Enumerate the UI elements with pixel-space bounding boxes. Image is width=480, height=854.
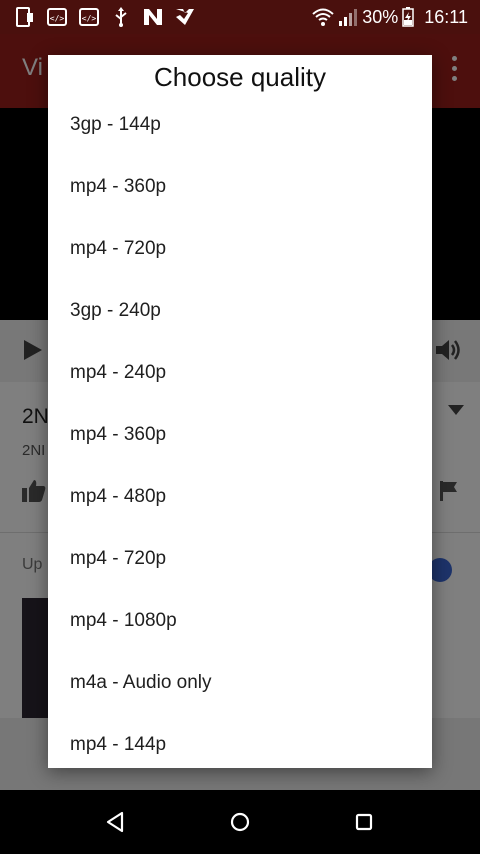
code-icon: </> [46, 7, 68, 27]
quality-option[interactable]: 3gp - 144p [48, 95, 432, 157]
quality-option[interactable]: mp4 - 720p [48, 527, 432, 591]
svg-text:</>: </> [50, 14, 65, 23]
back-icon[interactable] [104, 810, 128, 834]
quality-dialog: Choose quality 3gp - 144p mp4 - 360p mp4 -… [48, 55, 432, 768]
check-app-icon [174, 7, 196, 27]
wifi-icon [312, 8, 334, 26]
battery-icon [402, 7, 415, 27]
screen: Vi 2N 2NI Up </> </> [0, 0, 480, 854]
usb-icon [110, 7, 132, 27]
quality-option[interactable]: mp4 - 240p [48, 341, 432, 405]
quality-option[interactable]: mp4 - 720p [48, 217, 432, 281]
dialog-title: Choose quality [154, 62, 326, 92]
n-app-icon [142, 7, 164, 27]
recents-icon[interactable] [352, 810, 376, 834]
quality-option[interactable]: m4a - Audio only [48, 651, 432, 715]
quality-option[interactable]: mp4 - 360p [48, 403, 432, 467]
screen-record-icon [14, 7, 36, 27]
svg-text:</>: </> [82, 14, 97, 23]
navigation-bar [0, 790, 480, 854]
quality-option[interactable]: mp4 - 360p [48, 155, 432, 219]
status-bar: </> </> 30% 16:11 [0, 0, 480, 34]
quality-option[interactable]: mp4 - 480p [48, 465, 432, 529]
signal-icon [339, 9, 358, 26]
code-icon: </> [78, 7, 100, 27]
battery-percent: 30% [362, 6, 399, 27]
quality-option[interactable]: 3gp - 240p [48, 279, 432, 343]
home-icon[interactable] [228, 810, 252, 834]
quality-option-list: 3gp - 144p mp4 - 360p mp4 - 720p 3gp - 240p… [48, 95, 432, 768]
clock: 16:11 [424, 6, 468, 27]
quality-option[interactable]: mp4 - 144p [48, 713, 432, 768]
quality-option[interactable]: mp4 - 1080p [48, 589, 432, 653]
